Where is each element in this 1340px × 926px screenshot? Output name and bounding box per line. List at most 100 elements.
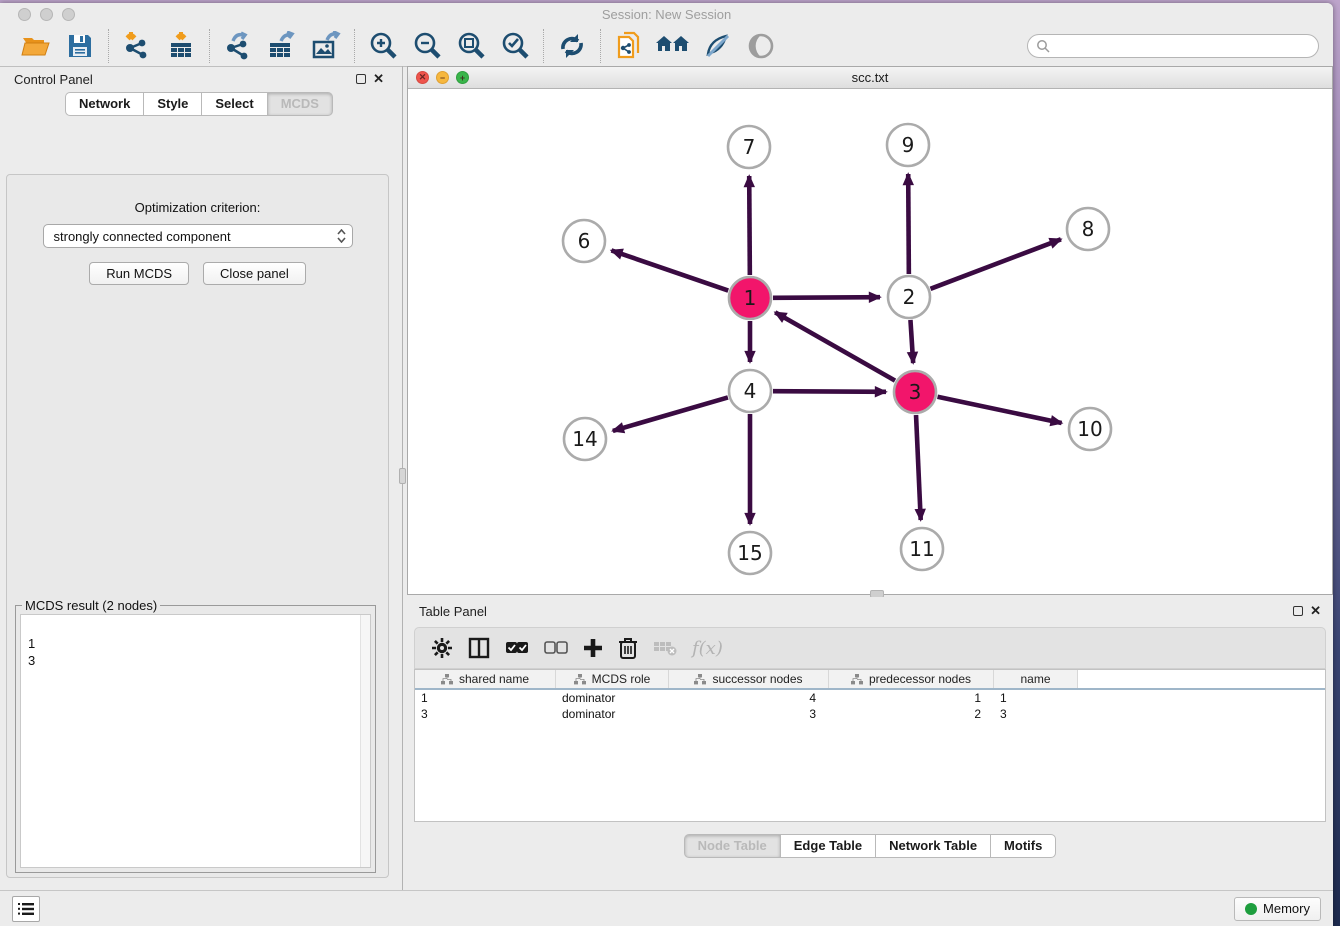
edge-2-3[interactable]	[910, 320, 913, 363]
zoom-in-icon[interactable]	[365, 29, 401, 63]
save-session-icon[interactable]	[62, 29, 98, 63]
edge-3-11[interactable]	[916, 415, 921, 520]
export-image-icon[interactable]	[308, 29, 344, 63]
hide-details-icon[interactable]	[699, 29, 735, 63]
edge-1-7[interactable]	[749, 176, 750, 275]
close-network-button[interactable]: ✕	[416, 71, 429, 84]
column-header-successor-nodes[interactable]: successor nodes	[669, 670, 829, 688]
graph-node-label-9: 9	[902, 133, 915, 157]
network-window-titlebar[interactable]: ✕ − + scc.txt	[408, 67, 1332, 89]
export-table-icon[interactable]	[264, 29, 300, 63]
splitter-handle-icon[interactable]	[399, 468, 406, 484]
graph-node-label-10: 10	[1077, 417, 1102, 441]
zoom-network-button[interactable]: +	[456, 71, 469, 84]
edge-3-10[interactable]	[938, 397, 1062, 423]
search-field[interactable]	[1027, 34, 1319, 58]
tab-network-table[interactable]: Network Table	[875, 834, 990, 858]
network-canvas[interactable]: 7968124314101511	[408, 89, 1332, 594]
table-tabs: Node Table Edge Table Network Table Moti…	[407, 834, 1333, 858]
select-all-icon[interactable]	[505, 640, 529, 656]
graph-node-label-11: 11	[909, 537, 934, 561]
open-session-icon[interactable]	[18, 29, 54, 63]
minimize-network-button[interactable]: −	[436, 71, 449, 84]
unselect-all-icon[interactable]	[544, 640, 568, 656]
cell-successor-nodes[interactable]: 4	[669, 690, 829, 706]
result-scrollbar[interactable]	[360, 615, 370, 867]
search-input[interactable]	[1050, 39, 1310, 53]
cell-name[interactable]: 1	[994, 690, 1078, 706]
close-panel-button[interactable]: Close panel	[203, 262, 306, 285]
graph-node-label-6: 6	[578, 229, 591, 253]
table-row[interactable]: 1 dominator 4 1 1	[415, 690, 1325, 706]
panel-splitter[interactable]	[398, 66, 407, 890]
edge-2-9[interactable]	[908, 174, 909, 274]
cell-predecessor-nodes[interactable]: 2	[829, 706, 994, 722]
dropdown-value: strongly connected component	[54, 229, 231, 244]
float-panel-icon[interactable]	[356, 74, 366, 84]
zoom-fit-icon[interactable]	[453, 29, 489, 63]
edge-4-3[interactable]	[773, 391, 886, 392]
column-header-mcds-role[interactable]: MCDS role	[556, 670, 669, 688]
tab-style[interactable]: Style	[143, 92, 201, 116]
memory-button[interactable]: Memory	[1234, 897, 1321, 921]
column-sort-icon	[851, 674, 863, 685]
mcds-result-list[interactable]: 1 3	[20, 614, 371, 868]
float-table-panel-icon[interactable]	[1293, 606, 1303, 616]
first-neighbors-icon[interactable]	[655, 29, 691, 63]
import-network-icon[interactable]	[119, 29, 155, 63]
graph-node-label-3: 3	[909, 380, 922, 404]
mcds-panel: Optimization criterion: strongly connect…	[6, 174, 389, 878]
tab-mcds[interactable]: MCDS	[267, 92, 333, 116]
tab-select[interactable]: Select	[201, 92, 266, 116]
edge-2-8[interactable]	[931, 239, 1061, 289]
apply-layout-icon[interactable]	[554, 29, 590, 63]
network-graph[interactable]: 7968124314101511	[408, 89, 1332, 595]
cell-mcds-role[interactable]: dominator	[556, 690, 669, 706]
minimize-window-button[interactable]	[40, 8, 53, 21]
birds-eye-view-icon[interactable]	[743, 29, 779, 63]
cell-successor-nodes[interactable]: 3	[669, 706, 829, 722]
edge-4-14[interactable]	[613, 397, 728, 430]
cell-name[interactable]: 3	[994, 706, 1078, 722]
status-bar: Memory	[0, 890, 1333, 926]
clone-network-icon[interactable]	[611, 29, 647, 63]
delete-column-icon[interactable]	[653, 639, 677, 657]
cell-predecessor-nodes[interactable]: 1	[829, 690, 994, 706]
cell-mcds-role[interactable]: dominator	[556, 706, 669, 722]
optimization-criterion-dropdown[interactable]: strongly connected component	[43, 224, 353, 248]
close-window-button[interactable]	[18, 8, 31, 21]
close-panel-icon[interactable]: ✕	[373, 74, 384, 84]
cell-shared-name[interactable]: 1	[415, 690, 556, 706]
task-history-button[interactable]	[12, 896, 40, 922]
run-mcds-button[interactable]: Run MCDS	[89, 262, 189, 285]
edge-3-1[interactable]	[775, 312, 895, 380]
edge-1-2[interactable]	[773, 297, 880, 298]
table-settings-icon[interactable]	[431, 637, 453, 659]
cell-shared-name[interactable]: 3	[415, 706, 556, 722]
window-controls[interactable]	[18, 8, 75, 21]
zoom-out-icon[interactable]	[409, 29, 445, 63]
node-table: shared name MCDS role successor nodes pr…	[414, 669, 1326, 822]
tab-edge-table[interactable]: Edge Table	[780, 834, 875, 858]
tab-node-table[interactable]: Node Table	[684, 834, 780, 858]
table-row[interactable]: 3 dominator 3 2 3	[415, 706, 1325, 722]
zoom-selected-icon[interactable]	[497, 29, 533, 63]
column-sort-icon	[574, 674, 586, 685]
export-network-icon[interactable]	[220, 29, 256, 63]
main-toolbar	[0, 25, 1333, 67]
close-table-panel-icon[interactable]: ✕	[1310, 606, 1321, 616]
edge-1-6[interactable]	[611, 250, 728, 290]
import-table-icon[interactable]	[163, 29, 199, 63]
session-title: Session: New Session	[0, 7, 1333, 22]
delete-row-icon[interactable]	[618, 637, 638, 659]
column-header-shared-name[interactable]: shared name	[415, 670, 556, 688]
function-builder-icon[interactable]: f(x)	[692, 638, 723, 659]
tab-network[interactable]: Network	[65, 92, 143, 116]
network-window-controls[interactable]: ✕ − +	[416, 71, 469, 84]
tab-motifs[interactable]: Motifs	[990, 834, 1056, 858]
column-header-name[interactable]: name	[994, 670, 1078, 688]
add-row-icon[interactable]	[583, 638, 603, 658]
column-header-predecessor-nodes[interactable]: predecessor nodes	[829, 670, 994, 688]
maximize-window-button[interactable]	[62, 8, 75, 21]
column-browser-icon[interactable]	[468, 637, 490, 659]
